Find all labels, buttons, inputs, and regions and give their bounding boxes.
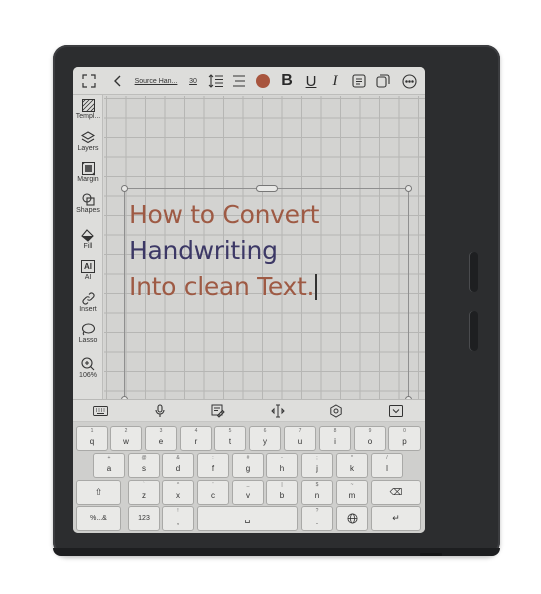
sidebar-item-label: AI xyxy=(84,274,92,281)
key-l[interactable]: / l xyxy=(371,453,403,478)
comma-key[interactable]: !, xyxy=(162,506,194,531)
fullscreen-icon[interactable] xyxy=(77,67,101,95)
key-r[interactable]: 4r xyxy=(180,426,212,451)
usb-port xyxy=(420,553,442,556)
cursor-move-icon[interactable] xyxy=(263,400,293,422)
key-i[interactable]: 8i xyxy=(319,426,351,451)
more-options-icon[interactable] xyxy=(398,67,420,95)
hide-keyboard-icon[interactable] xyxy=(381,400,411,422)
key-m[interactable]: ~ m xyxy=(336,480,368,505)
on-screen-keyboard: 1q 2w 3e 4r 5t 6y 7u 8i 9o 0p + a @ s & d :… xyxy=(73,422,425,533)
resize-handle-top-left[interactable] xyxy=(121,185,128,192)
resize-handle-top-right[interactable] xyxy=(405,185,412,192)
key-f[interactable]: :f xyxy=(197,453,229,478)
text-line-2: Handwriting xyxy=(129,236,278,265)
bold-button[interactable]: B xyxy=(278,67,296,95)
text-box-icon[interactable] xyxy=(350,67,368,95)
text-line-3: Into clean Text. xyxy=(129,269,319,305)
top-toolbar: Source Han... 30 B U I xyxy=(73,67,425,95)
sidebar-item-insert[interactable]: Insert xyxy=(73,292,103,313)
key-k[interactable]: * k xyxy=(336,453,368,478)
shapes-icon xyxy=(81,193,95,206)
enter-key[interactable]: ↵ xyxy=(371,506,421,531)
font-family-selector[interactable]: Source Han... xyxy=(131,67,181,95)
key-g[interactable]: # g xyxy=(232,453,264,478)
margin-icon xyxy=(81,162,95,175)
keyboard-settings-icon[interactable] xyxy=(321,400,351,422)
key-p[interactable]: 0p xyxy=(388,426,421,451)
key-b[interactable]: | b xyxy=(266,480,298,505)
key-q[interactable]: 1q xyxy=(76,426,108,451)
keyboard-icon[interactable] xyxy=(85,400,115,422)
sidebar-item-label: Templ... xyxy=(75,113,101,120)
lasso-icon xyxy=(81,323,95,336)
left-toolbar: Templ... Layers Margin Shapes Fill AI AI… xyxy=(73,95,103,399)
sidebar-item-label: Insert xyxy=(79,306,97,313)
converted-text-block[interactable]: How to Convert Handwriting Into clean Te… xyxy=(129,197,319,305)
microphone-icon[interactable] xyxy=(145,400,175,422)
zoom-in-icon xyxy=(81,357,95,371)
template-icon xyxy=(81,99,95,112)
sidebar-item-shapes[interactable]: Shapes xyxy=(73,193,103,214)
sidebar-item-label: Layers xyxy=(77,145,99,152)
sidebar-item-fill[interactable]: Fill xyxy=(73,229,103,250)
zoom-level: 106% xyxy=(79,372,97,379)
key-w[interactable]: 2w xyxy=(110,426,142,451)
key-h[interactable]: -h xyxy=(266,453,298,478)
sidebar-item-layers[interactable]: Layers xyxy=(73,131,103,152)
fill-icon xyxy=(81,229,94,242)
underline-button[interactable]: U xyxy=(302,67,320,95)
italic-button[interactable]: I xyxy=(326,67,344,95)
key-z[interactable]: ` z xyxy=(128,480,160,505)
key-a[interactable]: + a xyxy=(93,453,125,478)
sidebar-item-lasso[interactable]: Lasso xyxy=(73,323,103,344)
key-v[interactable]: _ v xyxy=(232,480,264,505)
backspace-key[interactable]: ⌫ xyxy=(371,480,421,505)
shift-key[interactable]: ⇧ xyxy=(76,480,121,505)
sidebar-item-label: Margin xyxy=(77,176,99,183)
key-j[interactable]: ; j xyxy=(301,453,333,478)
space-key[interactable]: ␣ xyxy=(197,506,298,531)
sidebar-item-margin[interactable]: Margin xyxy=(73,162,103,183)
key-d[interactable]: & d xyxy=(162,453,194,478)
key-c[interactable]: ' c xyxy=(197,480,229,505)
globe-key[interactable] xyxy=(336,506,368,531)
sidebar-item-label: Fill xyxy=(83,243,93,250)
key-u[interactable]: 7u xyxy=(284,426,316,451)
side-page-button-up[interactable] xyxy=(469,252,478,292)
key-y[interactable]: 6y xyxy=(249,426,281,451)
copy-icon[interactable] xyxy=(374,67,392,95)
ai-icon: AI xyxy=(81,260,95,273)
back-chevron-icon[interactable] xyxy=(110,67,124,95)
key-o[interactable]: 9o xyxy=(354,426,386,451)
key-s[interactable]: @ s xyxy=(128,453,160,478)
key-t[interactable]: 5t xyxy=(214,426,246,451)
key-n[interactable]: $ n xyxy=(301,480,333,505)
text-caret xyxy=(315,274,317,300)
text-color-swatch xyxy=(256,74,270,88)
layers-icon xyxy=(81,131,95,144)
key-x[interactable]: ^ x xyxy=(162,480,194,505)
screen: Source Han... 30 B U I Templ... Layers M… xyxy=(73,67,425,533)
numbers-key[interactable]: 123 xyxy=(128,506,160,531)
sidebar-item-zoom[interactable]: 106% xyxy=(73,357,103,379)
line-spacing-icon[interactable] xyxy=(207,67,225,95)
move-handle[interactable] xyxy=(256,185,278,192)
text-line-1: How to Convert xyxy=(129,200,320,229)
sidebar-item-label: Shapes xyxy=(76,207,100,214)
font-size-selector[interactable]: 30 xyxy=(184,67,202,95)
globe-icon xyxy=(347,513,357,524)
insert-link-icon xyxy=(81,292,95,305)
side-page-button-down[interactable] xyxy=(469,311,478,351)
handwriting-input-icon[interactable] xyxy=(203,400,233,422)
sidebar-item-template[interactable]: Templ... xyxy=(73,99,103,120)
period-key[interactable]: ?. xyxy=(301,506,333,531)
keyboard-toolbar xyxy=(73,399,425,422)
sidebar-item-label: Lasso xyxy=(78,337,98,344)
text-color-button[interactable] xyxy=(254,67,272,95)
symbols-key[interactable]: %...& xyxy=(76,506,121,531)
key-e[interactable]: 3e xyxy=(145,426,177,451)
align-icon[interactable] xyxy=(230,67,248,95)
sidebar-item-ai[interactable]: AI AI xyxy=(73,260,103,281)
